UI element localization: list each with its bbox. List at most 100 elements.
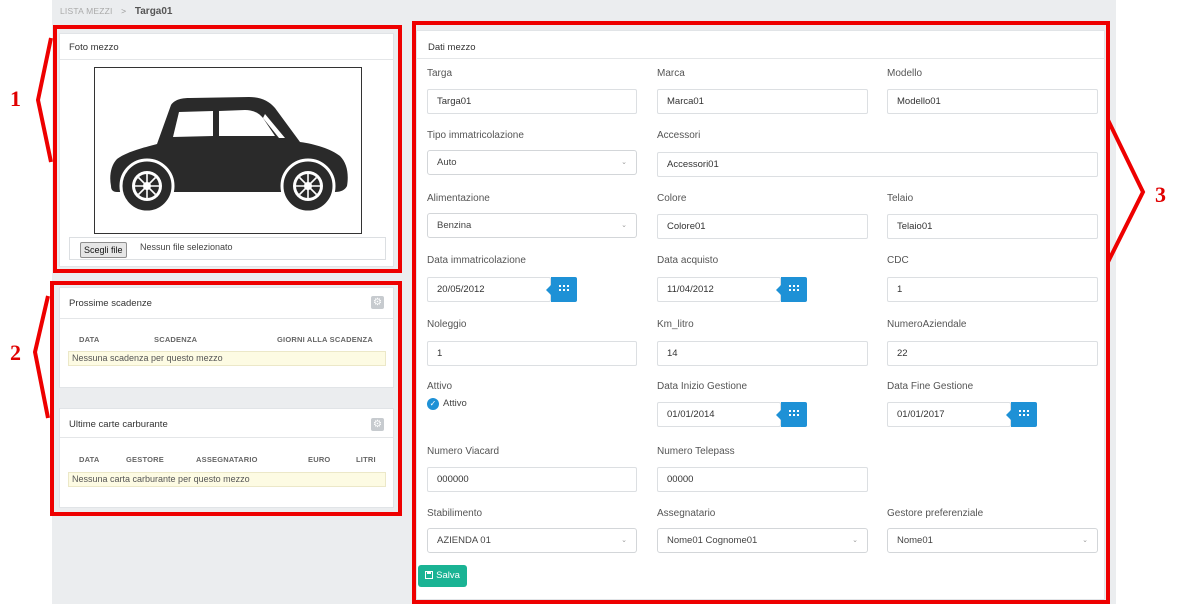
column-header-giorni: GIORNI ALLA SCADENZA (277, 335, 373, 344)
column-header-assegnatario: ASSEGNATARIO (196, 455, 258, 464)
data-acquisto-input[interactable]: 11/04/2012 (657, 277, 781, 302)
column-header-litri: LITRI (356, 455, 376, 464)
calendar-icon (559, 284, 569, 294)
breadcrumb-parent-link[interactable]: LISTA MEZZI (60, 6, 113, 16)
telaio-label: Telaio (887, 193, 914, 204)
calendar-icon (789, 409, 799, 419)
accessori-input[interactable]: Accessori01 (657, 152, 1098, 177)
accessori-label: Accessori (657, 130, 701, 141)
noleggio-input[interactable]: 1 (427, 341, 637, 366)
alimentazione-select[interactable]: Benzina ⌄ (427, 213, 637, 238)
numero-telepass-input[interactable]: 00000 (657, 467, 868, 492)
file-status-text: Nessun file selezionato (140, 242, 233, 252)
alimentazione-label: Alimentazione (427, 193, 490, 204)
divider (60, 437, 393, 438)
stabilimento-select[interactable]: AZIENDA 01 ⌄ (427, 528, 637, 553)
dati-mezzo-title: Dati mezzo (428, 42, 476, 53)
column-header-gestore: GESTORE (126, 455, 164, 464)
chevron-down-icon: ⌄ (621, 537, 627, 544)
column-header-euro: EURO (308, 455, 331, 464)
stabilimento-value: AZIENDA 01 (437, 535, 491, 546)
divider (417, 58, 1104, 59)
data-inizio-gestione-label: Data Inizio Gestione (657, 381, 748, 392)
empty-table-message: Nessuna carta carburante per questo mezz… (68, 472, 386, 487)
targa-label: Targa (427, 68, 453, 79)
save-button-label: Salva (436, 570, 460, 581)
numero-aziendale-input[interactable]: 22 (887, 341, 1098, 366)
attivo-checkbox[interactable]: ✓ Attivo (427, 398, 487, 412)
breadcrumb: LISTA MEZZI > Targa01 (60, 6, 173, 17)
check-circle-icon: ✓ (427, 398, 439, 410)
calendar-button[interactable] (776, 277, 807, 302)
chevron-down-icon: ⌄ (852, 537, 858, 544)
foto-mezzo-title: Foto mezzo (69, 42, 119, 53)
telaio-input[interactable]: Telaio01 (887, 214, 1098, 239)
data-fine-gestione-input[interactable]: 01/01/2017 (887, 402, 1011, 427)
marca-input[interactable]: Marca01 (657, 89, 868, 114)
colore-input[interactable]: Colore01 (657, 214, 868, 239)
empty-table-message: Nessuna scadenza per questo mezzo (68, 351, 386, 366)
ultime-carte-title: Ultime carte carburante (69, 419, 168, 430)
breadcrumb-current: Targa01 (134, 6, 173, 17)
gestore-preferenziale-value: Nome01 (897, 535, 933, 546)
divider (60, 318, 393, 319)
callout-bracket-1 (35, 37, 53, 163)
tipo-immatricolazione-value: Auto (437, 157, 457, 168)
stabilimento-label: Stabilimento (427, 508, 483, 519)
numero-viacard-input[interactable]: 000000 (427, 467, 637, 492)
numero-aziendale-label: NumeroAziendale (887, 319, 967, 330)
gestore-preferenziale-select[interactable]: Nome01 ⌄ (887, 528, 1098, 553)
cdc-input[interactable]: 1 (887, 277, 1098, 302)
vehicle-photo (94, 67, 362, 234)
modello-input[interactable]: Modello01 (887, 89, 1098, 114)
data-fine-gestione-label: Data Fine Gestione (887, 381, 974, 392)
tipo-immatricolazione-select[interactable]: Auto ⌄ (427, 150, 637, 175)
divider (60, 59, 393, 60)
attivo-label: Attivo (427, 381, 453, 392)
settings-gear-icon[interactable]: ⚙ (371, 418, 384, 431)
data-immatricolazione-input[interactable]: 20/05/2012 (427, 277, 551, 302)
km-litro-input[interactable]: 14 (657, 341, 868, 366)
marca-label: Marca (657, 68, 685, 79)
chevron-down-icon: ⌄ (621, 222, 627, 229)
callout-bracket-2 (32, 295, 50, 419)
callout-number-3: 3 (1155, 182, 1166, 207)
save-icon (425, 571, 434, 579)
assegnatario-value: Nome01 Cognome01 (667, 535, 758, 546)
noleggio-label: Noleggio (427, 319, 467, 330)
tipo-immatricolazione-label: Tipo immatricolazione (427, 130, 524, 141)
dati-mezzo-panel: Dati mezzo (416, 30, 1105, 600)
column-header-data: DATA (79, 335, 100, 344)
assegnatario-select[interactable]: Nome01 Cognome01 ⌄ (657, 528, 868, 553)
data-immatricolazione-label: Data immatricolazione (427, 255, 526, 266)
car-silhouette-icon (110, 97, 348, 214)
calendar-button[interactable] (1006, 402, 1037, 427)
numero-telepass-label: Numero Telepass (657, 446, 735, 457)
breadcrumb-separator: > (121, 6, 127, 16)
calendar-button[interactable] (776, 402, 807, 427)
ultime-carte-panel: Ultime carte carburante ⚙ DATA GESTORE A… (59, 408, 394, 508)
save-button[interactable]: Salva (418, 565, 467, 587)
data-inizio-gestione-input[interactable]: 01/01/2014 (657, 402, 781, 427)
callout-number-1: 1 (10, 86, 21, 111)
calendar-button[interactable] (546, 277, 577, 302)
choose-file-button[interactable]: Scegli file (80, 242, 127, 258)
callout-number-2: 2 (10, 340, 21, 365)
settings-gear-icon[interactable]: ⚙ (371, 296, 384, 309)
foto-mezzo-panel: Foto mezzo Scegli file Nessun file selez… (59, 33, 394, 267)
alimentazione-value: Benzina (437, 220, 472, 231)
colore-label: Colore (657, 193, 687, 204)
targa-input[interactable]: Targa01 (427, 89, 637, 114)
calendar-icon (1019, 409, 1029, 419)
prossime-scadenze-title: Prossime scadenze (69, 298, 152, 309)
column-header-scadenza: SCADENZA (154, 335, 198, 344)
column-header-data: DATA (79, 455, 100, 464)
data-acquisto-label: Data acquisto (657, 255, 719, 266)
cdc-label: CDC (887, 255, 909, 266)
chevron-down-icon: ⌄ (621, 159, 627, 166)
gestore-preferenziale-label: Gestore preferenziale (887, 508, 984, 519)
file-upload-field: Scegli file Nessun file selezionato (69, 237, 386, 260)
chevron-down-icon: ⌄ (1082, 537, 1088, 544)
prossime-scadenze-panel: Prossime scadenze ⚙ DATA SCADENZA GIORNI… (59, 287, 394, 388)
numero-viacard-label: Numero Viacard (427, 446, 500, 457)
